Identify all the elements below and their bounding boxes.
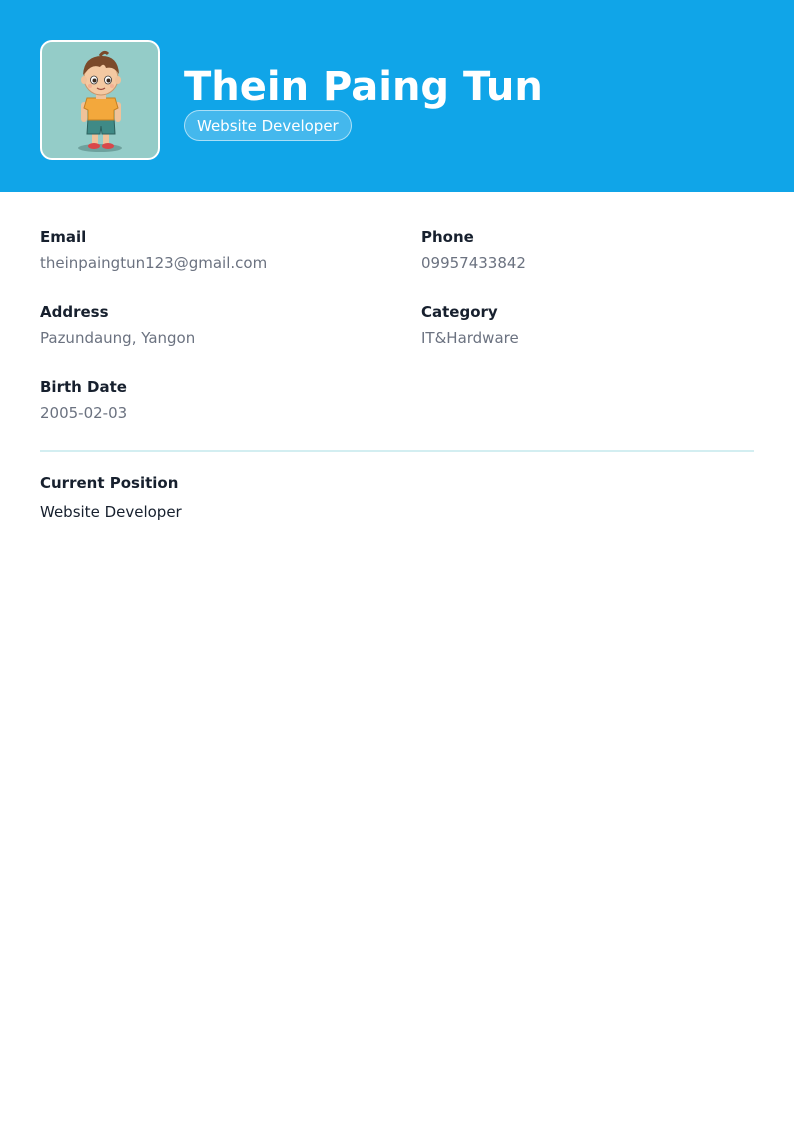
birth-date-value: 2005-02-03 — [40, 404, 128, 422]
section-divider — [40, 450, 754, 452]
phone-label: Phone — [421, 228, 474, 246]
current-position-label: Current Position — [40, 474, 179, 492]
cartoon-boy-avatar-icon — [78, 50, 122, 152]
birth-date-label: Birth Date — [40, 378, 127, 396]
profile-name: Thein Paing Tun — [184, 64, 543, 110]
current-position-value: Website Developer — [40, 503, 182, 521]
job-title-badge: Website Developer — [184, 110, 352, 141]
address-label: Address — [40, 303, 109, 321]
email-label: Email — [40, 228, 87, 246]
category-label: Category — [421, 303, 498, 321]
phone-value: 09957433842 — [421, 254, 526, 272]
address-value: Pazundaung, Yangon — [40, 329, 196, 347]
profile-page: Thein Paing Tun Website Developer Email … — [0, 0, 794, 1123]
category-value: IT&Hardware — [421, 329, 519, 347]
profile-header: Thein Paing Tun Website Developer — [0, 0, 794, 192]
avatar — [40, 40, 160, 160]
email-value: theinpaingtun123@gmail.com — [40, 254, 268, 272]
